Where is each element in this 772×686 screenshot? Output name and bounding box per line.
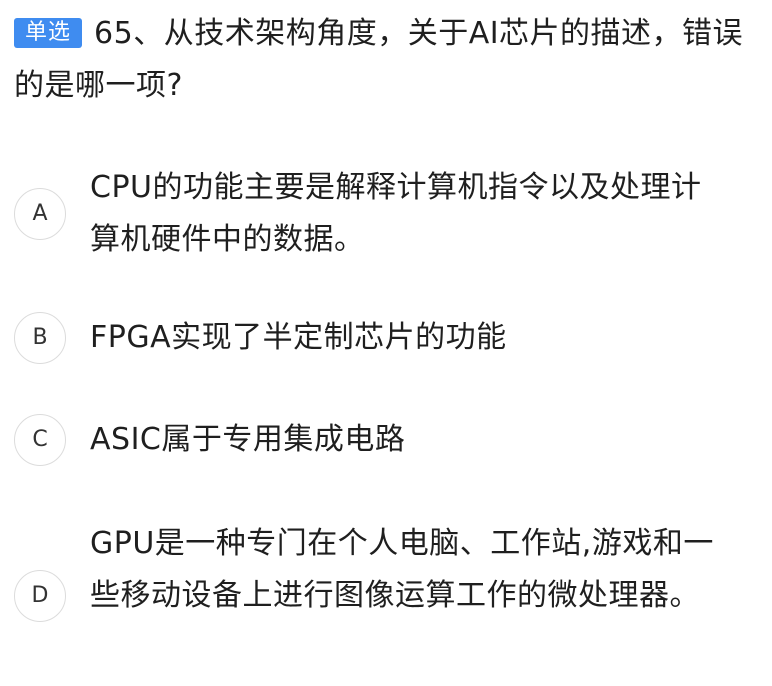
option-c[interactable]: C ASIC属于专用集成电路	[14, 414, 758, 466]
option-d-letter[interactable]: D	[14, 570, 66, 622]
option-c-letter[interactable]: C	[14, 414, 66, 466]
option-b-text: FPGA实现了半定制芯片的功能	[90, 320, 507, 355]
option-b-letter[interactable]: B	[14, 312, 66, 364]
option-a-text: CPU的功能主要是解释计算机指令以及处理计算机硬件中的数据。	[90, 170, 702, 257]
option-d-text: GPU是一种专门在个人电脑、工作站,游戏和一些移动设备上进行图像运算工作的微处理…	[90, 526, 714, 613]
question-stem: 单选 65、从技术架构角度，关于AI芯片的描述，错误的是哪一项?	[14, 8, 754, 112]
question-text: 65、从技术架构角度，关于AI芯片的描述，错误的是哪一项?	[14, 16, 744, 103]
option-c-text: ASIC属于专用集成电路	[90, 422, 406, 457]
option-a-letter[interactable]: A	[14, 188, 66, 240]
single-choice-badge: 单选	[14, 18, 83, 48]
option-a[interactable]: A CPU的功能主要是解释计算机指令以及处理计算机硬件中的数据。	[14, 162, 758, 266]
option-d[interactable]: D GPU是一种专门在个人电脑、工作站,游戏和一些移动设备上进行图像运算工作的微…	[14, 518, 758, 674]
option-b[interactable]: B FPGA实现了半定制芯片的功能	[14, 312, 758, 364]
